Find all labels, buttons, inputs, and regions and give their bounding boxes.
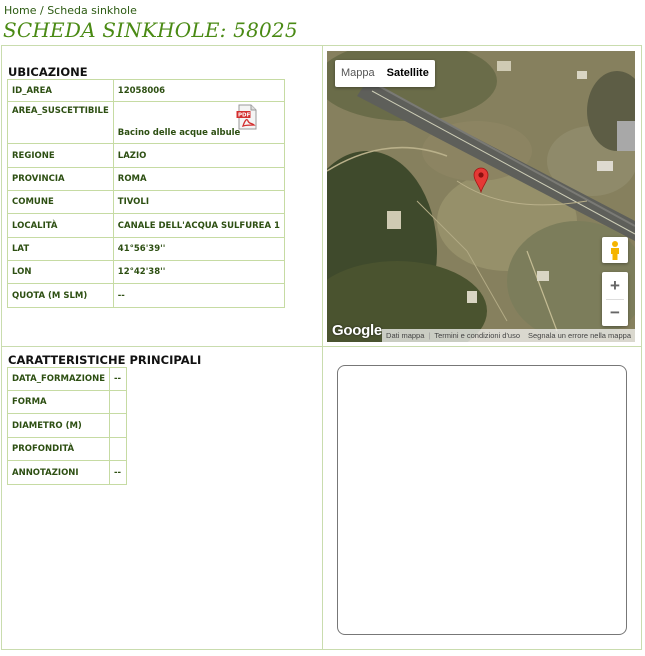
pegman-icon xyxy=(611,241,619,260)
table-row: COMUNE TIVOLI xyxy=(7,190,285,214)
lat-label: LAT xyxy=(7,237,114,261)
map-attribution: Dati mappa | Termini e condizioni d'uso … xyxy=(382,329,635,342)
breadcrumb-separator: / xyxy=(36,4,48,17)
provincia-value: ROMA xyxy=(112,167,285,191)
id-area-label: ID_AREA xyxy=(7,79,114,102)
zoom-divider xyxy=(606,299,624,300)
caratteristiche-heading: CARATTERISTICHE PRINCIPALI xyxy=(8,353,202,367)
data-formazione-value: -- xyxy=(109,367,128,391)
provincia-label: PROVINCIA xyxy=(7,167,114,191)
map-type-mappa-button[interactable]: Mappa xyxy=(335,60,381,87)
quota-value: -- xyxy=(112,283,285,308)
map-data-link[interactable]: Dati mappa xyxy=(382,329,428,342)
profondita-value xyxy=(109,437,128,461)
breadcrumb: Home / Scheda sinkhole xyxy=(4,4,137,17)
satellite-map[interactable]: Mappa Satellite + − Google Dati mappa | … xyxy=(327,51,635,342)
regione-label: REGIONE xyxy=(7,143,114,168)
zoom-control: + − xyxy=(602,272,628,326)
diametro-label: DIAMETRO (M) xyxy=(6,413,111,438)
id-area-value: 12058006 xyxy=(112,79,285,102)
quota-label: QUOTA (M SLM) xyxy=(7,283,114,308)
table-row: AREA_SUSCETTIBILE Bacino delle acque alb… xyxy=(7,101,285,144)
map-report-error-link[interactable]: Segnala un errore nella mappa xyxy=(524,329,635,342)
table-row: QUOTA (M SLM) -- xyxy=(7,283,285,308)
table-row: REGIONE LAZIO xyxy=(7,143,285,168)
table-row: ANNOTAZIONI -- xyxy=(6,460,128,485)
data-formazione-label: DATA_FORMAZIONE xyxy=(6,367,111,391)
lon-value: 12°42'38'' xyxy=(112,260,285,284)
annotazioni-value: -- xyxy=(109,460,128,485)
table-row: ID_AREA 12058006 xyxy=(7,79,285,102)
street-view-button[interactable] xyxy=(602,237,628,263)
table-row: PROVINCIA ROMA xyxy=(7,167,285,191)
table-row: LAT 41°56'39'' xyxy=(7,237,285,261)
svg-text:PDF: PDF xyxy=(238,112,251,118)
diametro-value xyxy=(109,413,128,438)
zoom-out-button[interactable]: − xyxy=(602,299,628,326)
map-marker-icon[interactable] xyxy=(473,167,489,193)
zoom-in-button[interactable]: + xyxy=(602,272,628,299)
sinkhole-card: UBICAZIONE ID_AREA 12058006 AREA_SUSCETT… xyxy=(1,45,642,650)
ubicazione-heading: UBICAZIONE xyxy=(8,65,88,79)
breadcrumb-current: Scheda sinkhole xyxy=(47,4,137,17)
google-logo: Google xyxy=(332,322,382,339)
area-suscettibile-value: Bacino delle acque albule xyxy=(117,127,241,138)
caratteristiche-table: DATA_FORMAZIONE -- FORMA DIAMETRO (M) PR… xyxy=(6,367,128,485)
forma-value xyxy=(109,390,128,414)
page-title: SCHEDA SINKHOLE: 58025 xyxy=(3,18,298,42)
regione-value: LAZIO xyxy=(112,143,285,168)
map-terms-link[interactable]: Termini e condizioni d'uso xyxy=(430,329,524,342)
area-suscettibile-link[interactable]: Bacino delle acque albule PDF xyxy=(118,103,280,143)
table-row: DATA_FORMAZIONE -- xyxy=(6,367,128,391)
lat-value: 41°56'39'' xyxy=(112,237,285,261)
breadcrumb-home-link[interactable]: Home xyxy=(4,4,36,17)
pdf-file-icon[interactable]: PDF xyxy=(236,104,258,130)
table-row: DIAMETRO (M) xyxy=(6,413,128,438)
ubicazione-table: ID_AREA 12058006 AREA_SUSCETTIBILE Bacin… xyxy=(7,79,285,308)
profondita-label: PROFONDITÀ xyxy=(6,437,111,461)
localita-value: CANALE DELL'ACQUA SULFUREA 1 xyxy=(112,213,285,238)
map-type-satellite-button[interactable]: Satellite xyxy=(381,60,435,87)
lon-label: LON xyxy=(7,260,114,284)
localita-label: LOCALITÀ xyxy=(7,213,114,238)
area-suscettibile-label: AREA_SUSCETTIBILE xyxy=(7,101,114,144)
table-row: LON 12°42'38'' xyxy=(7,260,285,284)
table-row: FORMA xyxy=(6,390,128,414)
table-row: LOCALITÀ CANALE DELL'ACQUA SULFUREA 1 xyxy=(7,213,285,238)
map-panel: Mappa Satellite + − Google Dati mappa | … xyxy=(322,46,641,346)
forma-label: FORMA xyxy=(6,390,111,414)
comune-label: COMUNE xyxy=(7,190,114,214)
satellite-imagery xyxy=(327,51,635,342)
table-row: PROFONDITÀ xyxy=(6,437,128,461)
area-suscettibile-cell: Bacino delle acque albule PDF xyxy=(112,101,285,144)
image-panel xyxy=(322,347,641,649)
annotazioni-label: ANNOTAZIONI xyxy=(6,460,111,485)
map-type-control: Mappa Satellite xyxy=(335,60,435,87)
comune-value: TIVOLI xyxy=(112,190,285,214)
sinkhole-image-box xyxy=(337,365,627,635)
